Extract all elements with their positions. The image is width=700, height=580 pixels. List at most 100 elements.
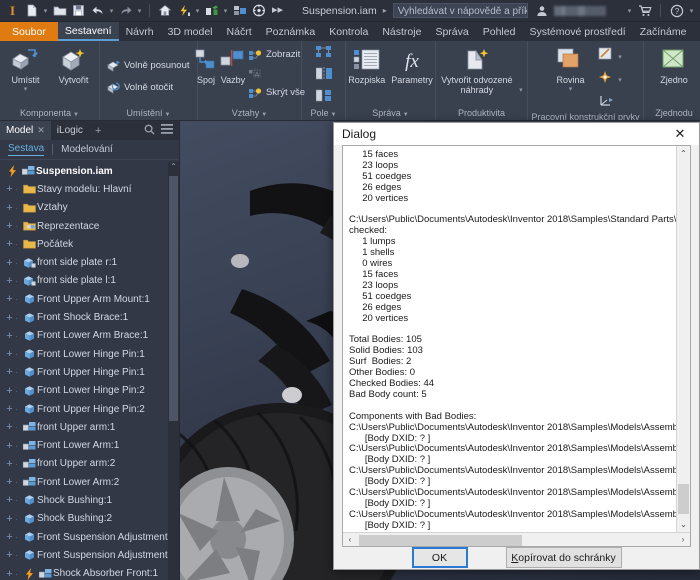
derived-substitute-button[interactable]: Vytvořit odvozené náhrady (439, 45, 515, 95)
tab-soubor[interactable]: Soubor (0, 22, 58, 41)
expand-icon[interactable]: + (4, 458, 15, 470)
more-icon[interactable]: ▸▸ (269, 2, 286, 19)
scroll-down-icon[interactable]: ⌄ (677, 518, 690, 532)
expand-icon[interactable]: + (4, 293, 15, 305)
parameters-button[interactable]: fx Parametry (391, 45, 433, 85)
ribbon-group-label-pole[interactable]: Pole ▼ (305, 108, 342, 120)
chevron-down-icon[interactable]: ▾ (567, 85, 574, 95)
tab-systemove-prostredi[interactable]: Systémové prostředí (522, 22, 632, 41)
open-icon[interactable] (51, 2, 68, 19)
tree-item[interactable]: + · Front Lower Arm:1 (0, 436, 179, 454)
user-account[interactable] (534, 2, 606, 19)
expand-icon[interactable]: + (4, 183, 15, 195)
help-search-input[interactable]: Vyhledávat v nápovědě a příkaz (392, 3, 528, 18)
chevron-down-icon[interactable]: ▾ (688, 7, 695, 15)
browser-scrollbar[interactable]: ⌃ (168, 162, 179, 580)
tab-3d-model[interactable]: 3D model (161, 22, 220, 41)
scroll-right-icon[interactable]: › (676, 535, 690, 544)
expand-icon[interactable]: + (4, 421, 15, 433)
tree-item[interactable]: + · Front Upper Hinge Pin:1 (0, 363, 179, 381)
tree-item[interactable]: + · front side plate r:1 (0, 253, 179, 271)
tree-item[interactable]: + · front Upper arm:1 (0, 418, 179, 436)
user-icon[interactable] (534, 2, 551, 19)
work-plane-button[interactable]: Rovina ▾ (548, 45, 594, 95)
tree-item[interactable]: + · front Upper arm:2 (0, 455, 179, 473)
close-icon[interactable]: ✕ (669, 123, 691, 145)
constrain-button[interactable]: Vazby (220, 45, 246, 85)
mirror-icon[interactable] (315, 67, 332, 86)
tab-kontrola[interactable]: Kontrola (322, 22, 375, 41)
bom-button[interactable]: Rozpiska (348, 45, 385, 85)
cart-icon[interactable] (636, 2, 653, 19)
scrollbar-thumb[interactable] (169, 176, 178, 421)
undo-icon[interactable] (89, 2, 106, 19)
tree-item[interactable]: + · Front Lower Hinge Pin:2 (0, 382, 179, 400)
scroll-left-icon[interactable]: ‹ (343, 535, 357, 544)
vertical-scrollbar-thumb[interactable] (678, 483, 689, 514)
constraint-placeholder[interactable] (248, 65, 305, 82)
menu-icon[interactable] (161, 124, 173, 137)
pattern-icon[interactable] (315, 45, 332, 64)
expand-icon[interactable]: + (4, 531, 15, 543)
expand-icon[interactable]: + (4, 494, 15, 506)
tree-item[interactable]: + · Shock Bushing:2 (0, 510, 179, 528)
expand-icon[interactable]: + (4, 385, 15, 397)
browser-tab-model[interactable]: Model ✕ (0, 121, 51, 140)
material-icon[interactable] (231, 2, 248, 19)
tab-poznamka[interactable]: Poznámka (259, 22, 323, 41)
expand-icon[interactable]: + (4, 440, 15, 452)
ribbon-group-label-produktivita[interactable]: Produktivita (439, 108, 524, 120)
expand-icon[interactable]: + (4, 476, 15, 488)
tree-item[interactable]: +·Front Suspension Adjustment Clip:2 (0, 546, 179, 564)
expand-icon[interactable]: + (4, 312, 15, 324)
tree-item[interactable]: + · Front Shock Brace:1 (0, 308, 179, 326)
chevron-down-icon[interactable]: ▾ (194, 7, 201, 15)
copy-to-clipboard-button[interactable]: Kopírovat do schránky (505, 547, 622, 569)
tree-item[interactable]: + · Front Upper Hinge Pin:2 (0, 400, 179, 418)
chevron-down-icon[interactable]: ▾ (222, 7, 229, 15)
expand-icon[interactable]: + (4, 275, 15, 287)
scroll-up-icon[interactable]: ⌃ (677, 146, 690, 160)
expand-icon[interactable]: + (4, 513, 15, 525)
expand-icon[interactable]: + (4, 238, 15, 250)
tab-nastroje[interactable]: Nástroje (375, 22, 428, 41)
home-icon[interactable] (156, 2, 173, 19)
tab-nacrt[interactable]: Náčrt (220, 22, 259, 41)
title-dropdown-icon[interactable]: ▸ (383, 6, 387, 15)
log-text[interactable]: 15 faces 23 loops 51 coedges 26 edges 20… (343, 146, 676, 532)
subtab-sestava[interactable]: Sestava (8, 143, 45, 156)
tree-root-item[interactable]: Suspension.iam (0, 162, 179, 180)
scroll-up-icon[interactable]: ⌃ (168, 162, 179, 171)
tree-item[interactable]: + · Front Lower Arm:2 (0, 473, 179, 491)
tab-spoluprace[interactable]: Spolupra (693, 22, 700, 41)
expand-icon[interactable]: + (4, 330, 15, 342)
chevron-down-icon[interactable]: ▾ (518, 86, 524, 94)
work-axis-icon[interactable] (598, 47, 614, 66)
chevron-down-icon[interactable]: ▾ (22, 85, 29, 95)
search-icon[interactable] (144, 124, 155, 138)
work-point-icon[interactable] (598, 70, 614, 89)
chevron-down-icon[interactable]: ▾ (617, 53, 624, 61)
log-vertical-scrollbar[interactable]: ⌃ ⌄ (676, 146, 690, 532)
tab-sestaveni[interactable]: Sestavení (57, 22, 119, 41)
expand-icon[interactable]: + (4, 220, 15, 232)
tree-item[interactable]: + · front side plate l:1 (0, 272, 179, 290)
copy-icon[interactable] (315, 89, 332, 108)
expand-icon[interactable]: + (4, 348, 15, 360)
tree-item[interactable]: + · Shock Absorber Front:1 (0, 565, 179, 580)
expand-icon[interactable]: + (4, 366, 15, 378)
expand-icon[interactable]: + (4, 257, 15, 269)
ribbon-group-label-sprava[interactable]: Správa ▼ (349, 108, 432, 120)
appearance-icon[interactable] (203, 2, 220, 19)
chevron-down-icon[interactable]: ▾ (626, 7, 633, 15)
expand-icon[interactable]: + (4, 202, 15, 214)
view-cube-icon[interactable] (250, 2, 267, 19)
tab-pohled[interactable]: Pohled (476, 22, 523, 41)
tab-navrh[interactable]: Návrh (119, 22, 161, 41)
ucs-icon[interactable] (598, 93, 624, 112)
add-tab-button[interactable]: + (89, 121, 107, 140)
chevron-down-icon[interactable]: ▾ (136, 7, 143, 15)
hide-all-button[interactable]: Skrýt vše (248, 84, 305, 101)
browser-tab-ilogic[interactable]: iLogic (51, 121, 89, 140)
tree-item[interactable]: + · Front Lower Hinge Pin:1 (0, 345, 179, 363)
